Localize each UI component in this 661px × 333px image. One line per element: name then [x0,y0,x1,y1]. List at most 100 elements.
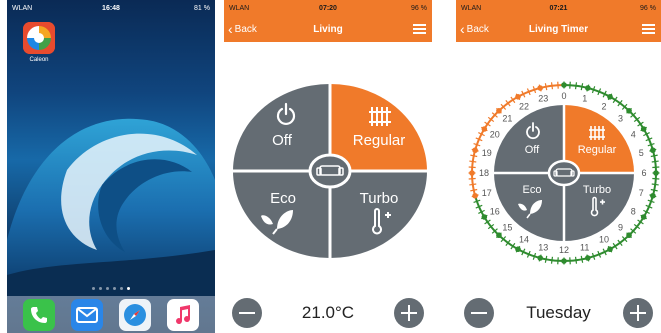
timer-segment[interactable] [632,225,638,232]
hour-label: 6 [641,168,646,178]
timer-segment[interactable] [528,88,535,93]
timer-segment[interactable] [632,114,638,121]
timer-segment[interactable] [653,184,657,191]
music-app-icon[interactable] [167,298,199,331]
timer-hour-handle[interactable] [626,107,632,114]
phone-app-icon[interactable] [23,298,55,331]
timer-segment[interactable] [575,84,583,88]
timer-segment[interactable] [507,242,514,248]
timer-segment[interactable] [648,200,653,208]
timer-hour-handle[interactable] [496,232,502,239]
hour-label: 9 [618,222,623,232]
timer-segment[interactable] [471,155,475,162]
timer-hour-handle[interactable] [515,246,521,253]
timer-hour-handle[interactable] [585,255,591,261]
home-screen: WLAN 16:48 81 % Caleon [7,0,215,333]
timer-hour-handle[interactable] [607,93,613,100]
timer-segment[interactable] [614,98,621,104]
regular-label: Regular [353,132,406,149]
timer-segment[interactable] [551,84,559,87]
timer-hour-handle[interactable] [537,255,543,261]
previous-day-button[interactable] [464,298,494,328]
timer-hour-handle[interactable] [650,147,656,154]
off-quadrant[interactable] [233,84,330,171]
timer-segment[interactable] [645,133,650,140]
sofa-icon [547,159,581,187]
timer-segment[interactable] [522,90,530,95]
timer-segment[interactable] [471,184,475,191]
timer-segment[interactable] [636,118,642,125]
timer-segment[interactable] [478,206,483,213]
timer-segment[interactable] [593,88,600,93]
timer-segment[interactable] [486,221,492,228]
timer-hour-handle[interactable] [626,232,632,239]
timer-segment[interactable] [502,238,509,244]
timer-hour-handle[interactable] [653,170,659,176]
off-label: Off [272,132,293,149]
timer-segment[interactable] [478,133,483,140]
timer-hour-handle[interactable] [469,170,475,176]
timer-segment[interactable] [471,178,474,185]
timer-hour-handle[interactable] [650,192,656,199]
timer-hour-handle[interactable] [481,126,488,132]
mail-app-icon[interactable] [71,298,103,331]
timer-segment[interactable] [569,259,577,262]
timer-hour-handle[interactable] [481,214,488,220]
timer-hour-handle[interactable] [585,85,591,91]
timer-hour-handle[interactable] [472,192,478,199]
timer-segment[interactable] [598,90,606,95]
page-dot [106,287,109,290]
timer-segment[interactable] [551,259,559,262]
timer-segment[interactable] [648,138,653,146]
timer-segment[interactable] [614,242,621,248]
timer-segment[interactable] [636,221,642,228]
timer-segment[interactable] [486,118,492,125]
timer-segment[interactable] [598,251,606,256]
timer-segment[interactable] [507,98,514,104]
timer-segment[interactable] [653,155,657,162]
safari-app-icon[interactable] [119,298,151,331]
timer-segment[interactable] [490,225,496,232]
timer-segment[interactable] [619,238,626,244]
timer-segment[interactable] [475,200,480,208]
timer-segment[interactable] [545,258,553,262]
timer-segment[interactable] [545,84,553,88]
back-button[interactable]: ‹ Back [460,22,489,36]
timer-hour-handle[interactable] [515,93,521,100]
timer-segment[interactable] [490,114,496,121]
timer-segment[interactable] [645,206,650,213]
menu-icon[interactable] [413,24,426,34]
timer-segment[interactable] [654,161,657,168]
eco-quadrant[interactable] [233,171,330,258]
decrease-button[interactable] [232,298,262,328]
day-row: Tuesday [456,296,661,330]
timer-hour-handle[interactable] [472,147,478,154]
timer-segment[interactable] [575,258,583,262]
timer-segment[interactable] [593,253,600,258]
timer-hour-handle[interactable] [640,214,647,220]
timer-hour-handle[interactable] [607,246,613,253]
timer-segment[interactable] [528,253,535,258]
timer-segment[interactable] [569,84,577,87]
back-button[interactable]: ‹ Back [228,22,257,36]
menu-icon[interactable] [642,24,655,34]
timer-hour-handle[interactable] [561,82,567,88]
timer-hour-handle[interactable] [561,258,567,264]
hour-label: 22 [519,101,529,111]
next-day-button[interactable] [622,298,653,328]
screenshot-stage: WLAN 16:48 81 % Caleon WLAN 07:20 96 % ‹… [0,0,661,333]
timer-segment[interactable] [654,178,657,185]
page-dot [120,287,123,290]
timer-segment[interactable] [502,102,509,108]
timer-hour-handle[interactable] [537,85,543,91]
timer-segment[interactable] [471,161,474,168]
timer-segment[interactable] [475,138,480,146]
living-timer-screen: WLAN 07:21 96 % ‹ Back Living Timer 0123… [456,0,661,333]
caleon-app-icon[interactable] [23,22,55,54]
timer-segment[interactable] [619,102,626,108]
timer-hour-handle[interactable] [640,126,647,132]
timer-segment[interactable] [522,251,530,256]
increase-button[interactable] [393,298,424,328]
timer-hour-handle[interactable] [496,107,502,114]
regular-quadrant[interactable] [330,84,427,171]
